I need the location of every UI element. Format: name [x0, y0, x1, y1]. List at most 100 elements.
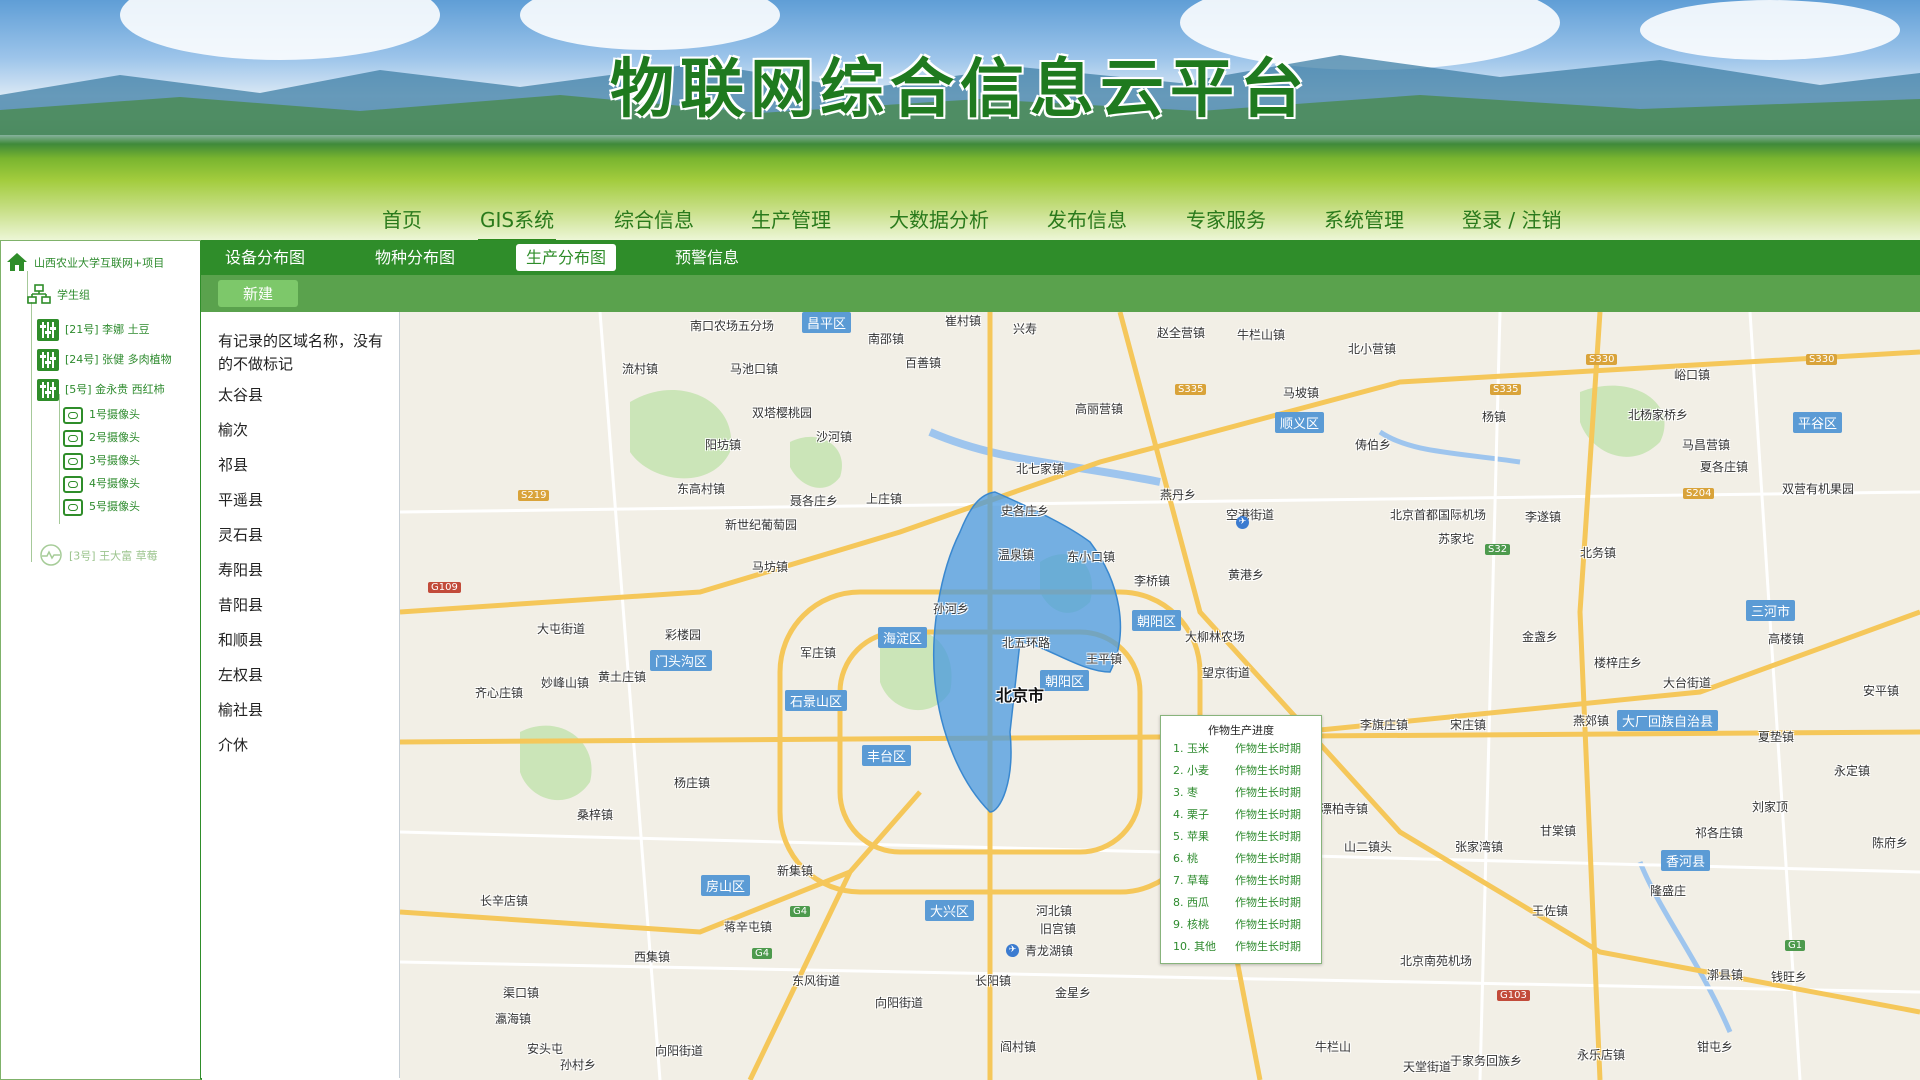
region-item[interactable]: 榆社县 [218, 699, 263, 720]
map-place-label: 齐心庄镇 [475, 686, 524, 700]
map-place-label: 桑梓镇 [577, 808, 614, 822]
region-item[interactable]: 介休 [218, 734, 248, 755]
map-place-label: 大柳林农场 [1185, 630, 1246, 644]
map-road-shield: S204 [1683, 488, 1715, 499]
region-item[interactable]: 祁县 [218, 454, 248, 475]
tab-warnings[interactable]: 预警信息 [665, 244, 749, 271]
camera-icon [63, 498, 83, 516]
map-place-label: 大屯街道 [537, 622, 586, 636]
region-item[interactable]: 太谷县 [218, 384, 263, 405]
nav-login[interactable]: 登录 / 注销 [1460, 204, 1563, 239]
region-item[interactable]: 灵石县 [218, 524, 263, 545]
crop-stage: 作物生长时期 [1235, 830, 1301, 843]
tree-camera[interactable]: 4号摄像头 [63, 475, 140, 493]
map-place-label: 阳坊镇 [705, 438, 742, 452]
crop-name: 3. 枣 [1173, 786, 1198, 799]
camera-icon [63, 475, 83, 493]
map-place-label: 隆盛庄 [1650, 884, 1687, 898]
map-road-shield: S335 [1175, 384, 1207, 395]
nav-system[interactable]: 系统管理 [1322, 204, 1406, 239]
nav-gis[interactable]: GIS系统 [478, 204, 557, 240]
tab-production-distribution[interactable]: 生产分布图 [516, 244, 617, 271]
toolbar: 新建 [201, 275, 1920, 312]
tree-device[interactable]: [24号] 张健 多肉植物 [37, 349, 172, 371]
map-place-label: 马池口镇 [730, 362, 779, 376]
nav-info[interactable]: 综合信息 [612, 204, 696, 239]
map-place-label: 峪口镇 [1674, 368, 1711, 382]
tree-root[interactable]: 山西农业大学互联网+项目 [6, 251, 164, 276]
tree-root-label: 山西农业大学互联网+项目 [34, 256, 165, 270]
map-place-label: 妙峰山镇 [541, 676, 590, 690]
region-item[interactable]: 左权县 [218, 664, 263, 685]
map-place-label: 新世纪葡萄园 [725, 518, 798, 532]
map-place-label: 高丽营镇 [1075, 402, 1124, 416]
map-road-shield: S330 [1806, 354, 1838, 365]
region-item[interactable]: 平遥县 [218, 489, 263, 510]
offline-device-icon [39, 543, 63, 570]
tree-camera-label: 2号摄像头 [89, 431, 140, 444]
map-district-label: 海淀区 [878, 627, 928, 648]
map-district-label: 朝阳区 [1132, 610, 1182, 631]
map-place-label: 杨镇 [1482, 410, 1507, 424]
map-place-label: 漷县镇 [1707, 968, 1744, 982]
region-item[interactable]: 和顺县 [218, 629, 263, 650]
airport-icon: ✈ [1006, 944, 1019, 957]
crop-stage: 作物生长时期 [1235, 918, 1301, 931]
map-place-label: 北杨家桥乡 [1628, 408, 1689, 422]
map-place-label: 苏家坨 [1438, 532, 1475, 546]
map-place-label: 旧宫镇 [1040, 922, 1077, 936]
tree-camera[interactable]: 3号摄像头 [63, 452, 140, 470]
tree-group[interactable]: 学生组 [27, 284, 90, 307]
map-place-label: 军庄镇 [800, 646, 837, 660]
nav-experts[interactable]: 专家服务 [1184, 204, 1268, 239]
map-place-label: 百善镇 [905, 356, 942, 370]
tree-device[interactable]: [5号] 金永贵 西红柿 [37, 379, 165, 401]
tree-camera-label: 4号摄像头 [89, 477, 140, 490]
map-view[interactable]: 昌平区 顺义区 平谷区 海淀区 朝阳区 门头沟区 石景山区 丰台区 房山区 大兴… [400, 312, 1920, 1080]
map-place-label: 漂柏寺镇 [1320, 802, 1369, 816]
map-place-label: 孙河乡 [933, 602, 970, 616]
map-place-label: 马坊镇 [752, 560, 789, 574]
tree-camera[interactable]: 5号摄像头 [63, 498, 140, 516]
map-road-shield: S330 [1586, 354, 1618, 365]
map-place-label: 黄港乡 [1228, 568, 1265, 582]
new-button[interactable]: 新建 [218, 280, 298, 307]
map-place-label: 王佐镇 [1532, 904, 1569, 918]
map-road-shield: S219 [518, 490, 550, 501]
popup-row: 3. 枣 作物生长时期 [1173, 784, 1301, 800]
tab-device-distribution[interactable]: 设备分布图 [215, 244, 315, 271]
map-place-label: 北京首都国际机场 [1390, 508, 1487, 522]
sensor-device-icon [37, 349, 59, 371]
popup-title: 作物生产进度 [1208, 724, 1274, 737]
nav-home[interactable]: 首页 [380, 204, 424, 239]
crop-name: 5. 苹果 [1173, 830, 1209, 843]
crop-name: 2. 小麦 [1173, 764, 1209, 777]
map-district-label: 房山区 [701, 875, 751, 896]
region-item[interactable]: 昔阳县 [218, 594, 263, 615]
sensor-device-icon [37, 379, 59, 401]
tree-group-label: 学生组 [57, 288, 90, 302]
tree-device-offline[interactable]: [3号] 王大富 草莓 [39, 543, 158, 570]
tab-species-distribution[interactable]: 物种分布图 [365, 244, 465, 271]
tree-device-label: [5号] 金永贵 西红柿 [65, 383, 165, 396]
region-item[interactable]: 榆次 [218, 419, 248, 440]
nav-publish[interactable]: 发布信息 [1045, 204, 1129, 239]
popup-row: 6. 桃 作物生长时期 [1173, 850, 1301, 866]
map-place-label: 张家湾镇 [1455, 840, 1504, 854]
popup-row: 1. 玉米 作物生长时期 [1173, 740, 1301, 756]
map-place-label: 望京街道 [1202, 666, 1251, 680]
map-district-label: 大兴区 [925, 900, 975, 921]
map-place-label: 东高村镇 [677, 482, 726, 496]
map-place-label: 大台街道 [1663, 676, 1712, 690]
crop-stage: 作物生长时期 [1235, 852, 1301, 865]
tree-device[interactable]: [21号] 李娜 土豆 [37, 319, 150, 341]
tree-camera[interactable]: 2号摄像头 [63, 429, 140, 447]
crop-progress-popup: 作物生产进度 1. 玉米 作物生长时期 2. 小麦 作物生长时期 3. 枣作物生长时… [1160, 715, 1322, 964]
map-place-label: 河北镇 [1036, 904, 1073, 918]
crop-name: 8. 西瓜 [1173, 896, 1209, 909]
crop-stage: 作物生长时期 [1235, 896, 1301, 909]
nav-bigdata[interactable]: 大数据分析 [887, 204, 991, 239]
region-item[interactable]: 寿阳县 [218, 559, 263, 580]
nav-production[interactable]: 生产管理 [749, 204, 833, 239]
tree-camera[interactable]: 1号摄像头 [63, 406, 140, 424]
